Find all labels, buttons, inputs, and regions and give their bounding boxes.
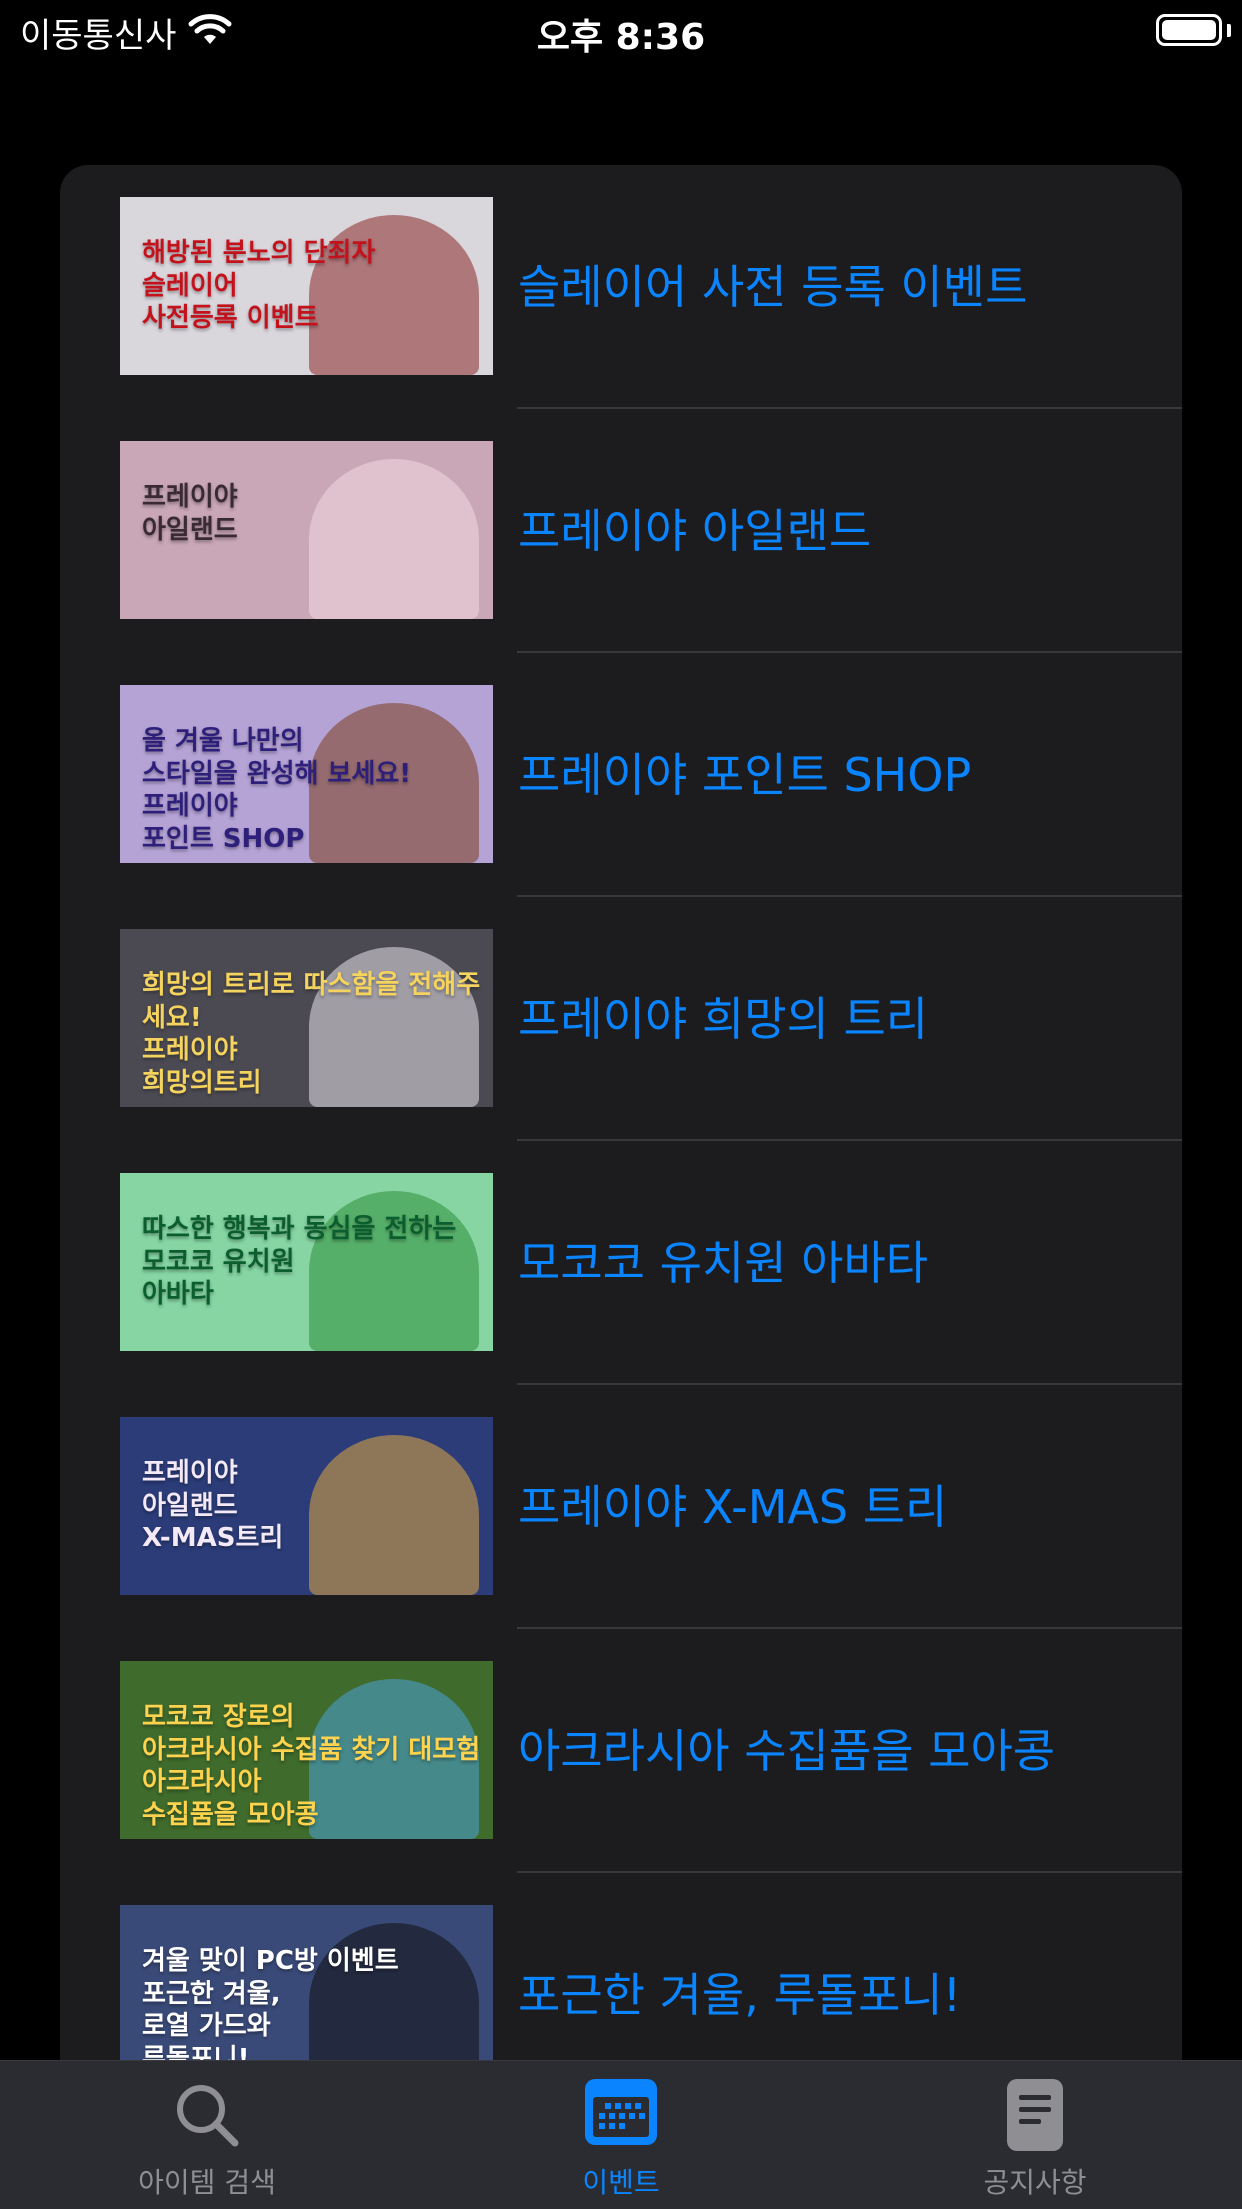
event-row[interactable]: 해방된 분노의 단죄자 슬레이어 사전등록 이벤트 슬레이어 사전 등록 이벤트 — [60, 165, 1182, 409]
event-title: 모코코 유치원 아바타 — [518, 1236, 929, 1290]
event-row[interactable]: 프레이야 아일랜드 프레이야 아일랜드 — [60, 409, 1182, 653]
event-title: 아크라시아 수집품을 모아콩 — [518, 1724, 1056, 1778]
event-banner: 희망의 트리로 따스함을 전해주세요! 프레이야 희망의트리 — [120, 929, 493, 1107]
event-banner: 프레이야 아일랜드 X-MAS트리 — [120, 1417, 493, 1595]
tab-label: 아이템 검색 — [138, 2166, 276, 2199]
banner-text: 프레이야 아일랜드 — [142, 482, 238, 545]
banner-text: 모코코 장로의 아크라시아 수집품 찾기 대모험 아크라시아 수집품을 모아콩 — [142, 1702, 481, 1830]
event-row[interactable]: 따스한 행복과 동심을 전하는 모코코 유치원 아바타 모코코 유치원 아바타 — [60, 1141, 1182, 1385]
tab-bar: 아이템 검색 이벤트 공지사항 — [0, 2060, 1242, 2209]
event-banner: 모코코 장로의 아크라시아 수집품 찾기 대모험 아크라시아 수집품을 모아콩 — [120, 1661, 493, 1839]
event-title: 슬레이어 사전 등록 이벤트 — [518, 260, 1028, 314]
banner-text: 따스한 행복과 동심을 전하는 모코코 유치원 아바타 — [142, 1214, 457, 1309]
banner-text: 프레이야 아일랜드 X-MAS트리 — [142, 1458, 284, 1553]
event-list: 해방된 분노의 단죄자 슬레이어 사전등록 이벤트 슬레이어 사전 등록 이벤트… — [60, 165, 1182, 2065]
event-banner: 따스한 행복과 동심을 전하는 모코코 유치원 아바타 — [120, 1173, 493, 1351]
clock: 오후 8:36 — [536, 17, 706, 58]
event-title: 프레이야 포인트 SHOP — [518, 748, 972, 802]
event-row[interactable]: 희망의 트리로 따스함을 전해주세요! 프레이야 희망의트리 프레이야 희망의 … — [60, 897, 1182, 1141]
banner-text: 해방된 분노의 단죄자 슬레이어 사전등록 이벤트 — [142, 238, 376, 333]
tab-label: 이벤트 — [582, 2166, 660, 2199]
banner-text: 겨울 맞이 PC방 이벤트 포근한 겨울, 로열 가드와 루돌포니! — [142, 1946, 399, 2065]
event-banner: 프레이야 아일랜드 — [120, 441, 493, 619]
event-row[interactable]: 올 겨울 나만의 스타일을 완성해 보세요! 프레이야 포인트 SHOP 프레이… — [60, 653, 1182, 897]
event-title: 프레이야 아일랜드 — [518, 504, 872, 558]
tab-item-notices[interactable]: 공지사항 — [828, 2061, 1242, 2209]
event-row[interactable]: 겨울 맞이 PC방 이벤트 포근한 겨울, 로열 가드와 루돌포니! 포근한 겨… — [60, 1873, 1182, 2065]
calendar-icon — [585, 2079, 657, 2145]
event-banner: 해방된 분노의 단죄자 슬레이어 사전등록 이벤트 — [120, 197, 493, 375]
event-row[interactable]: 프레이야 아일랜드 X-MAS트리 프레이야 X-MAS 트리 — [60, 1385, 1182, 1629]
battery-cap — [1227, 24, 1231, 37]
banner-art — [309, 459, 479, 619]
event-banner: 겨울 맞이 PC방 이벤트 포근한 겨울, 로열 가드와 루돌포니! — [120, 1905, 493, 2065]
event-banner: 올 겨울 나만의 스타일을 완성해 보세요! 프레이야 포인트 SHOP — [120, 685, 493, 863]
banner-text: 올 겨울 나만의 스타일을 완성해 보세요! 프레이야 포인트 SHOP — [142, 726, 412, 854]
status-bar: 이동통신사 오후 8:36 — [0, 0, 1242, 60]
search-icon — [177, 2085, 239, 2147]
tab-item-events[interactable]: 이벤트 — [414, 2061, 828, 2209]
document-icon — [1007, 2079, 1063, 2151]
event-row[interactable]: 모코코 장로의 아크라시아 수집품 찾기 대모험 아크라시아 수집품을 모아콩 … — [60, 1629, 1182, 1873]
tab-item-search[interactable]: 아이템 검색 — [0, 2061, 414, 2209]
banner-art — [309, 1435, 479, 1595]
tab-label: 공지사항 — [983, 2166, 1087, 2199]
banner-text: 희망의 트리로 따스함을 전해주세요! 프레이야 희망의트리 — [142, 970, 481, 1098]
event-title: 포근한 겨울, 루돌포니! — [518, 1968, 962, 2022]
event-title: 프레이야 X-MAS 트리 — [518, 1480, 948, 1534]
battery-icon — [1156, 14, 1222, 46]
event-title: 프레이야 희망의 트리 — [518, 992, 929, 1046]
